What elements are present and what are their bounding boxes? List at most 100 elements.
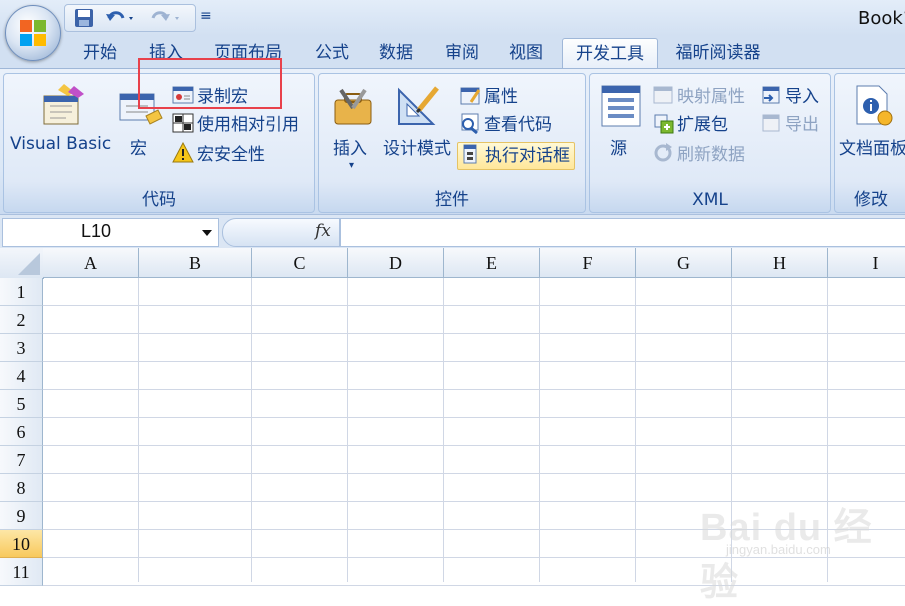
column-header[interactable]: C — [252, 248, 348, 278]
grid-row-line — [43, 557, 905, 558]
group-modify: 文档面板 修改 — [834, 73, 905, 213]
properties-icon — [460, 87, 481, 105]
grid-row-line — [43, 305, 905, 306]
row-header[interactable]: 4 — [0, 362, 43, 390]
ribbon-tabs: 开始 插入 页面布局 公式 数据 审阅 视图 开发工具 福昕阅读器 — [0, 36, 905, 70]
tab-6[interactable]: 视图 — [506, 40, 546, 66]
row-header[interactable]: 7 — [0, 446, 43, 474]
visual-basic-button[interactable]: Visual Basic — [8, 82, 116, 162]
title-bar: ≡ Book1 — [0, 0, 905, 36]
grid-row-line — [43, 333, 905, 334]
highlight-annotation-box — [138, 58, 282, 109]
group-xml: 源 映射属性 扩展包 刷新数据 导入 导出 XML — [589, 73, 831, 213]
tab-7[interactable]: 开发工具 — [562, 38, 658, 70]
grid-column-line — [138, 278, 139, 582]
map-properties-icon — [653, 86, 673, 104]
design-mode-icon — [398, 86, 439, 125]
grid-row-line — [43, 361, 905, 362]
dropdown-arrow-icon: ▾ — [349, 160, 355, 171]
tab-0[interactable]: 开始 — [80, 40, 120, 66]
source-button[interactable]: 源 — [596, 82, 646, 162]
row-header[interactable]: 3 — [0, 334, 43, 362]
formula-bar: L10 fx — [0, 214, 905, 249]
view-code-button[interactable]: 查看代码 — [459, 112, 552, 138]
row-header[interactable]: 8 — [0, 474, 43, 502]
refresh-icon — [654, 143, 672, 162]
run-dialog-button[interactable]: 执行对话框 — [457, 142, 575, 170]
column-header[interactable]: H — [732, 248, 828, 278]
relative-reference-icon — [172, 113, 194, 133]
column-header[interactable]: G — [636, 248, 732, 278]
row-header[interactable]: 1 — [0, 278, 43, 306]
group-controls-label: 控件 — [435, 190, 469, 210]
formula-tools: fx — [222, 218, 340, 247]
grid-row-line — [43, 445, 905, 446]
grid-row-line — [43, 529, 905, 530]
grid-column-line — [731, 278, 732, 582]
macro-security-button[interactable]: 宏安全性 — [172, 142, 265, 168]
column-header[interactable]: A — [43, 248, 139, 278]
export-icon — [762, 114, 780, 132]
view-code-icon — [461, 113, 479, 134]
grid-column-line — [347, 278, 348, 582]
redo-icon[interactable] — [149, 8, 183, 28]
worksheet-grid: A B C D E F G H I 1 2 3 4 5 6 7 8 9 10 11 — [0, 248, 905, 586]
use-relative-references-button[interactable]: 使用相对引用 — [172, 112, 299, 138]
group-xml-label: XML — [692, 190, 728, 210]
name-box-dropdown-icon[interactable] — [202, 230, 212, 236]
select-all-button[interactable] — [0, 248, 44, 279]
office-logo-icon — [20, 20, 46, 46]
quick-access-toolbar — [64, 4, 196, 32]
tab-8[interactable]: 福昕阅读器 — [670, 40, 766, 66]
row-header[interactable]: 10 — [0, 530, 43, 558]
document-panel-button[interactable]: 文档面板 — [837, 82, 905, 162]
design-mode-button[interactable]: 设计模式 — [381, 82, 457, 162]
grid-row-line — [43, 473, 905, 474]
grid-row-line — [43, 389, 905, 390]
insert-function-button[interactable]: fx — [315, 221, 331, 241]
name-box[interactable]: L10 — [2, 218, 219, 247]
grid-column-line — [635, 278, 636, 582]
grid-row-line — [43, 585, 905, 586]
formula-input[interactable] — [340, 218, 905, 247]
ribbon: Visual Basic 宏 录制宏 使用相对引用 宏安全性 代码 插入 ▾ 设… — [0, 68, 905, 215]
map-properties-button[interactable]: 映射属性 — [652, 84, 745, 110]
tab-3[interactable]: 公式 — [312, 40, 352, 66]
row-header[interactable]: 5 — [0, 390, 43, 418]
group-code-label: 代码 — [142, 190, 176, 210]
grid-row-line — [43, 417, 905, 418]
column-header[interactable]: F — [540, 248, 636, 278]
refresh-data-button[interactable]: 刷新数据 — [652, 142, 745, 168]
expansion-packs-button[interactable]: 扩展包 — [652, 112, 728, 138]
row-header[interactable]: 6 — [0, 418, 43, 446]
grid-row-line — [43, 501, 905, 502]
insert-control-button[interactable]: 插入 ▾ — [327, 82, 377, 178]
warning-icon — [172, 142, 194, 163]
visual-basic-icon — [43, 84, 84, 125]
office-button[interactable] — [5, 5, 61, 61]
run-dialog-icon — [463, 144, 477, 164]
document-title: Book1 — [858, 8, 905, 29]
tab-5[interactable]: 审阅 — [442, 40, 482, 66]
grid-column-line — [443, 278, 444, 582]
tab-4[interactable]: 数据 — [376, 40, 416, 66]
column-header[interactable]: D — [348, 248, 444, 278]
row-header[interactable]: 2 — [0, 306, 43, 334]
group-modify-label: 修改 — [854, 190, 888, 210]
row-header[interactable]: 9 — [0, 502, 43, 530]
grid-column-line — [251, 278, 252, 582]
expansion-pack-icon — [654, 114, 674, 134]
properties-button[interactable]: 属性 — [459, 84, 518, 110]
grid-column-line — [539, 278, 540, 582]
toolbox-icon — [334, 88, 372, 125]
undo-icon[interactable] — [105, 8, 137, 28]
xml-source-icon — [601, 85, 641, 127]
export-button[interactable]: 导出 — [760, 112, 819, 138]
import-button[interactable]: 导入 — [760, 84, 819, 110]
save-icon[interactable] — [73, 8, 95, 28]
customize-qat-icon[interactable]: ≡ — [200, 8, 212, 24]
column-header[interactable]: I — [828, 248, 905, 278]
document-panel-icon — [856, 85, 893, 126]
column-header[interactable]: B — [139, 248, 252, 278]
column-header[interactable]: E — [444, 248, 540, 278]
